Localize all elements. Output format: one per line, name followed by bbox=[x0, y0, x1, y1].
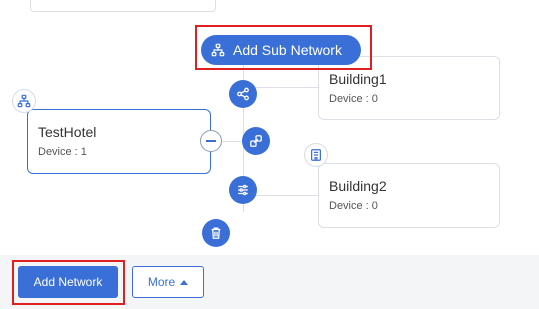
more-button[interactable]: More bbox=[132, 266, 204, 298]
more-label: More bbox=[147, 275, 176, 289]
node-device-count: Device : 1 bbox=[38, 146, 87, 158]
node-card-building1[interactable]: Building1 Device : 0 bbox=[318, 56, 500, 120]
link-icon bbox=[250, 135, 262, 147]
share-icon bbox=[237, 87, 249, 101]
partial-node-card[interactable] bbox=[30, 0, 216, 12]
node-name: Building1 bbox=[329, 71, 387, 87]
add-sub-network-button[interactable]: Add Sub Network bbox=[201, 35, 361, 65]
node-name: TestHotel bbox=[38, 124, 97, 140]
topology-canvas: TestHotel Device : 1 Building1 Device : … bbox=[0, 0, 539, 255]
caret-up-icon bbox=[180, 279, 189, 285]
settings-sliders-icon bbox=[238, 184, 248, 196]
minus-icon bbox=[206, 140, 216, 142]
add-network-button[interactable]: Add Network bbox=[18, 266, 118, 298]
collapse-button[interactable] bbox=[200, 130, 222, 152]
trash-icon bbox=[211, 227, 221, 239]
network-topology-icon bbox=[211, 43, 225, 57]
delete-button[interactable] bbox=[202, 219, 230, 247]
building-icon bbox=[304, 143, 328, 167]
settings-button[interactable] bbox=[229, 176, 257, 204]
link-button[interactable] bbox=[242, 127, 270, 155]
network-topology-icon bbox=[12, 89, 36, 113]
node-device-count: Device : 0 bbox=[329, 200, 378, 212]
node-device-count: Device : 0 bbox=[329, 93, 378, 105]
node-name: Building2 bbox=[329, 178, 387, 194]
node-card-root[interactable]: TestHotel Device : 1 bbox=[27, 109, 211, 174]
connector-root bbox=[222, 141, 244, 142]
share-button[interactable] bbox=[229, 80, 257, 108]
node-card-building2[interactable]: Building2 Device : 0 bbox=[318, 163, 500, 228]
add-sub-network-label: Add Sub Network bbox=[233, 42, 342, 58]
